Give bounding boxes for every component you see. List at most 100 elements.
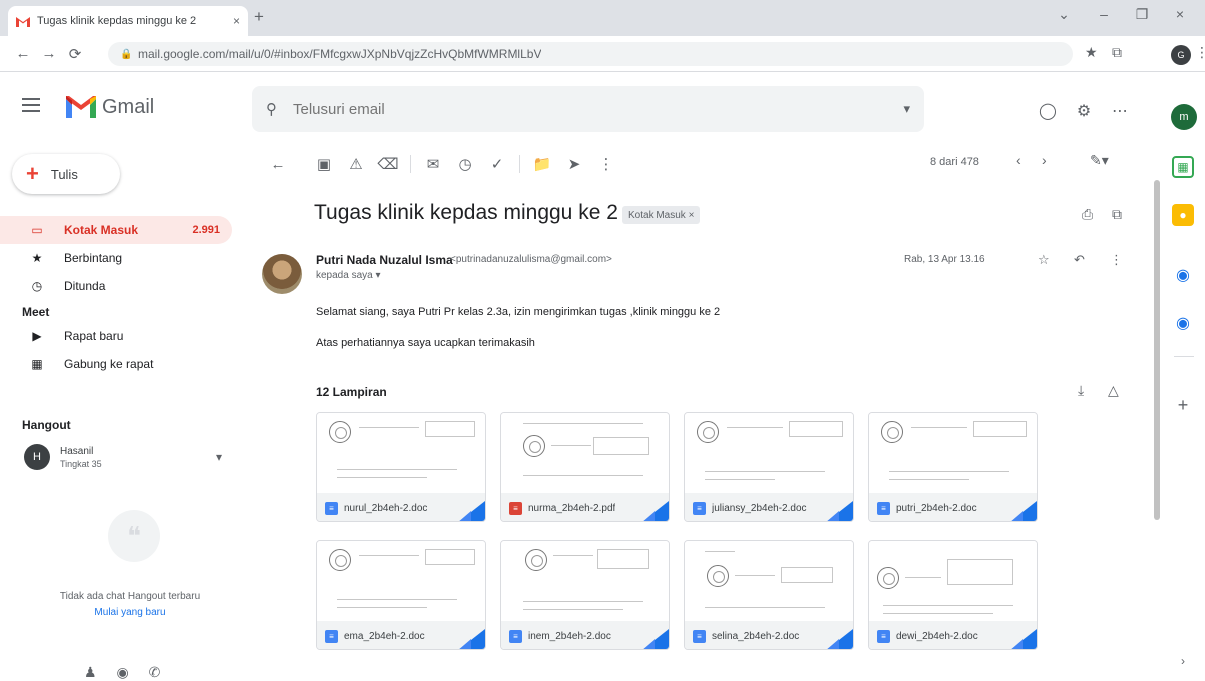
sender-avatar[interactable] [262,254,302,294]
toolbar-divider [519,155,520,173]
more-icon[interactable]: ⋮ [590,155,622,173]
attachment-card[interactable]: ≡ inem_2b4eh-2.doc [500,540,670,650]
person-icon[interactable]: ♟ [84,664,97,680]
sidebar-item-starred[interactable]: ★ Berbintang [0,244,232,272]
print-icon[interactable]: ⎙ [1082,206,1093,223]
recipient-details[interactable]: kepada saya ▾ [316,270,381,281]
attachment-thumbnail [501,413,669,493]
forward-button[interactable]: → [36,45,62,62]
address-bar[interactable]: 🔒 mail.google.com/mail/u/0/#inbox/FMfcgx… [108,42,1073,66]
hangouts-avatar[interactable]: H [24,444,50,470]
sidebar-item-label: Rapat baru [64,329,124,343]
input-tools-button[interactable]: ✎▾ [1090,152,1109,169]
hangouts-start-link[interactable]: Mulai yang baru [30,607,230,618]
message-more-icon[interactable]: ⋮ [1110,252,1123,268]
reload-button[interactable]: ⟳ [62,45,88,63]
phone-icon[interactable]: ✆ [149,664,161,680]
browser-menu-icon[interactable]: ⋮ [1195,44,1205,61]
bookmark-star-icon[interactable]: ★ [1085,44,1098,61]
drive-corner-icon [635,621,669,649]
next-message-button[interactable]: › [1042,152,1047,168]
account-avatar[interactable]: m [1171,104,1197,130]
sidebar-item-inbox[interactable]: ▭ Kotak Masuk 2.991 [0,216,232,244]
attachment-card[interactable]: ≡ selina_2b4eh-2.doc [684,540,854,650]
settings-icon[interactable]: ⚙ [1070,101,1098,121]
drive-corner-icon [819,621,853,649]
drive-corner-icon [1003,621,1037,649]
tab-close-icon[interactable]: × [233,14,240,28]
archive-icon[interactable]: ▣ [308,155,340,173]
attachments-title: 12 Lampiran [316,385,387,399]
attachment-card[interactable]: ≡ dewi_2b4eh-2.doc [868,540,1038,650]
keep-icon[interactable]: ● [1172,204,1194,226]
label-icon[interactable]: ➤ [558,155,590,173]
main-menu-icon[interactable] [22,98,40,116]
delete-icon[interactable]: ⌫ [372,155,404,173]
sidebar-item-join-meeting[interactable]: ▦ Gabung ke rapat [0,350,232,378]
open-new-window-icon[interactable]: ⧉ [1112,206,1122,223]
add-task-icon[interactable]: ✓ [481,155,513,173]
attachment-card[interactable]: ≡ putri_2b4eh-2.doc [868,412,1038,522]
sender-name[interactable]: Putri Nada Nuzalul Isma [316,253,453,267]
download-all-icon[interactable]: ⤓ [1078,382,1084,399]
close-window-button[interactable]: × [1166,6,1194,22]
gmail-logo-icon [66,96,96,118]
side-panel: ▦ ● ◉ ◉ + › [1164,136,1205,681]
search-icon[interactable]: ⚲ [266,100,277,118]
reply-icon[interactable]: ↶ [1074,252,1085,268]
gmail-wordmark: Gmail [102,96,155,118]
sidebar-item-snoozed[interactable]: ◷ Ditunda [0,272,232,300]
star-icon: ★ [31,251,43,265]
maximize-button[interactable]: ❐ [1128,6,1156,23]
url-text: mail.google.com/mail/u/0/#inbox/FMfcgxwJ… [138,47,542,61]
tasks-icon[interactable]: ◉ [1172,264,1194,286]
tab-search-icon[interactable]: ⌄ [1050,6,1078,23]
add-icon[interactable]: + [1172,394,1194,416]
attachment-thumbnail [501,541,669,621]
extensions-icon[interactable]: ⧉ [1112,44,1122,61]
attachment-card[interactable]: ≡ nurul_2b4eh-2.doc [316,412,486,522]
prev-message-button[interactable]: ‹ [1016,152,1021,168]
sidebar-item-new-meeting[interactable]: ▶ Rapat baru [0,322,232,350]
minimize-button[interactable]: – [1090,6,1118,22]
sidebar-item-label: Kotak Masuk [64,223,139,237]
attachment-card[interactable]: ≡ nurma_2b4eh-2.pdf [500,412,670,522]
hangouts-dropdown-icon[interactable]: ▾ [216,450,222,464]
message-scrollbar[interactable] [1154,180,1160,520]
search-options-icon[interactable]: ▾ [903,101,910,117]
hangouts-empty-text: Tidak ada chat Hangout terbaru [59,591,201,602]
contacts-icon[interactable]: ◉ [1172,312,1194,334]
attachment-thumbnail [317,413,485,493]
support-icon[interactable]: ◯ [1034,101,1062,121]
move-icon[interactable]: 📁 [526,155,558,173]
back-button[interactable]: ← [10,45,36,62]
hangouts-user-name[interactable]: Hasanil [60,446,93,457]
browser-tab[interactable]: Tugas klinik kepdas minggu ke 2 × [8,6,248,36]
attachment-card[interactable]: ≡ juliansy_2b4eh-2.doc [684,412,854,522]
compose-plus-icon: + [26,161,39,186]
apps-icon[interactable]: ⋯ [1106,101,1134,121]
calendar-icon[interactable]: ▦ [1172,156,1194,178]
video-icon: ▶ [32,329,42,343]
hide-side-panel-icon[interactable]: › [1172,650,1194,672]
snooze-icon[interactable]: ◷ [449,155,481,173]
doc-file-icon: ≡ [877,629,890,643]
attachment-thumbnail [869,541,1037,621]
star-message-icon[interactable]: ☆ [1038,252,1050,268]
spam-icon[interactable]: ⚠ [340,155,372,173]
pdf-file-icon: ≡ [509,501,522,515]
location-icon[interactable]: ◉ [116,664,128,680]
compose-label: Tulis [50,166,78,182]
attachment-card[interactable]: ≡ ema_2b4eh-2.doc [316,540,486,650]
lock-icon: 🔒 [120,48,133,60]
side-panel-divider [1174,356,1194,357]
mark-unread-icon[interactable]: ✉ [417,155,449,173]
new-tab-button[interactable]: + [254,8,264,26]
browser-profile-avatar[interactable]: G [1171,45,1191,65]
inbox-label-chip[interactable]: Kotak Masuk × [622,206,701,224]
attachment-name: selina_2b4eh-2.doc [712,630,800,642]
compose-button[interactable]: + Tulis [12,154,120,194]
search-input[interactable] [293,100,904,118]
back-to-inbox-icon[interactable]: ← [262,156,294,173]
save-all-to-drive-icon[interactable]: △ [1108,382,1119,399]
